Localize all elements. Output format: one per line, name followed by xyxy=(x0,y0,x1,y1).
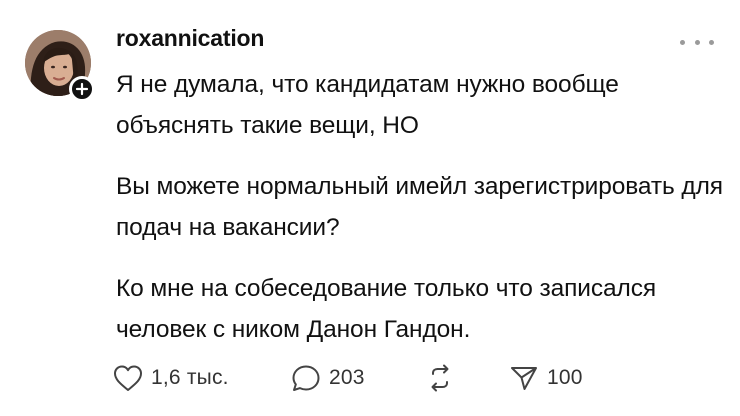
more-dots-icon xyxy=(709,39,714,45)
thread-post: roxannication Я не думала, что кандидата… xyxy=(0,0,740,416)
reply-button[interactable]: 203 xyxy=(290,358,365,398)
action-bar: 1,6 тыс. 203 100 xyxy=(112,358,632,398)
heart-icon xyxy=(114,365,142,391)
post-body: Я не думала, что кандидатам нужно вообще… xyxy=(116,64,726,350)
more-dots-icon xyxy=(694,39,700,45)
post-paragraph: Я не думала, что кандидатам нужно вообще… xyxy=(116,71,619,139)
reply-count: 203 xyxy=(329,366,365,389)
post-paragraph: Вы можете нормальный имейл зарегистриров… xyxy=(116,173,723,241)
post-paragraph: Ко мне на собеседование только что запис… xyxy=(116,275,657,343)
more-dots-icon xyxy=(680,39,685,45)
follow-button[interactable] xyxy=(69,76,95,102)
more-options-button[interactable] xyxy=(680,33,714,51)
avatar-container xyxy=(25,30,95,102)
share-button[interactable]: 100 xyxy=(508,358,583,398)
share-icon xyxy=(511,367,537,390)
plus-icon xyxy=(75,82,89,96)
share-count: 100 xyxy=(547,366,583,389)
like-button[interactable]: 1,6 тыс. xyxy=(112,358,229,398)
username[interactable]: roxannication xyxy=(116,25,264,52)
repost-button[interactable] xyxy=(424,358,456,398)
comment-icon xyxy=(292,365,320,391)
like-count: 1,6 тыс. xyxy=(151,366,229,389)
repost-icon xyxy=(431,364,449,392)
